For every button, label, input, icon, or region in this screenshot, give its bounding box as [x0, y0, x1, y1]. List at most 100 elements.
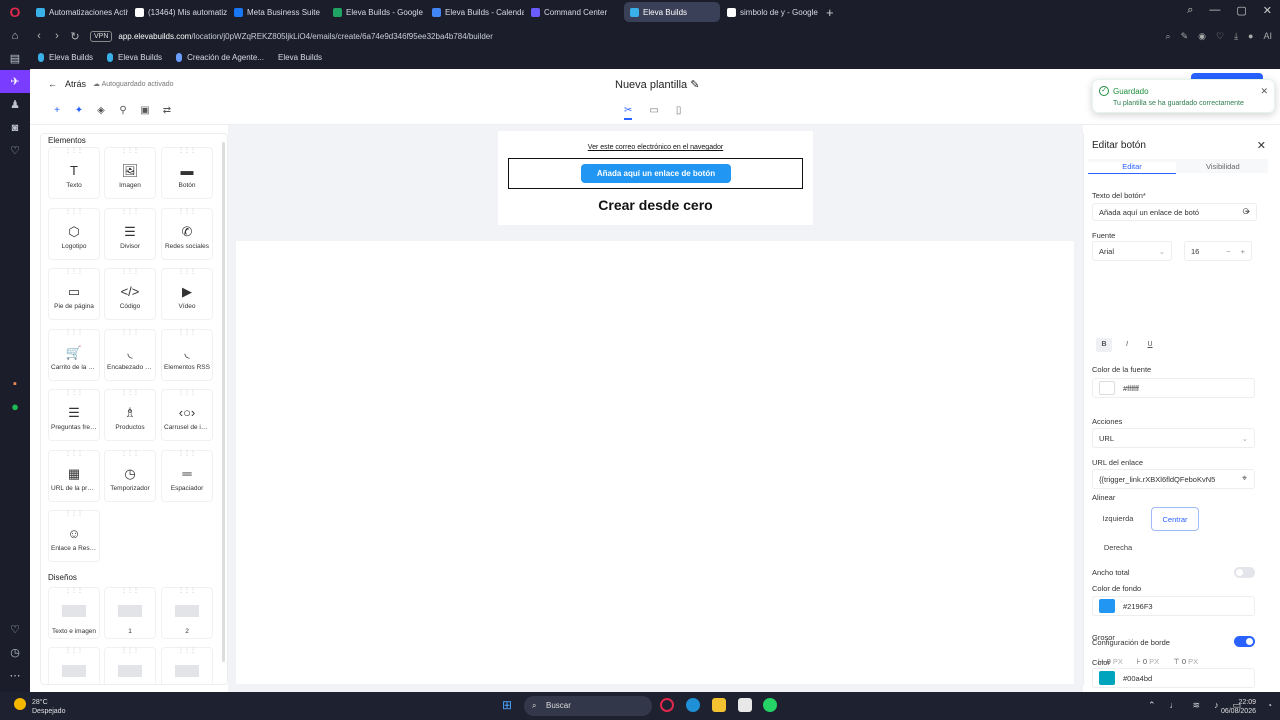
browser-tab[interactable]: (13464) Mis automatizacio	[129, 2, 227, 22]
notification-icon[interactable]: ◔	[1267, 701, 1272, 710]
font-size-stepper[interactable]: 16− +	[1184, 241, 1252, 261]
tab-visibility[interactable]: Visibilidad	[1206, 162, 1240, 171]
spotify-icon[interactable]: ●	[0, 395, 30, 418]
whatsapp-app-icon[interactable]	[763, 698, 777, 712]
element-card[interactable]: ⋮⋮⋮ ═ Espaciador	[161, 449, 213, 502]
drag-handle-icon[interactable]: ⋮⋮⋮	[105, 648, 155, 656]
italic-button[interactable]: I	[1119, 338, 1135, 352]
new-tab-icon[interactable]: +	[826, 5, 834, 20]
drag-handle-icon[interactable]: ⋮⋮⋮	[49, 330, 99, 338]
mobile-view-icon[interactable]: ▯	[676, 105, 682, 120]
add-icon[interactable]: +	[52, 105, 62, 116]
link-input[interactable]: {{trigger_link.rXBXl6fldQFeboKvN5	[1092, 469, 1255, 489]
back-button[interactable]: ← Atrás	[48, 79, 86, 89]
search-page-icon[interactable]: ⌕	[1166, 31, 1171, 42]
history-icon[interactable]: ◷	[0, 641, 30, 664]
opera-app-icon[interactable]	[660, 698, 674, 712]
border-toggle[interactable]	[1234, 636, 1255, 647]
url-field[interactable]: app.elevabuilds.com/location/j0pWZqREKZ8…	[118, 32, 492, 41]
border-color-field[interactable]: #00a4bd	[1092, 668, 1255, 688]
drag-handle-icon[interactable]: ⋮⋮⋮	[105, 209, 155, 217]
layout-card[interactable]: ⋮⋮⋮	[48, 647, 100, 684]
border-color-swatch[interactable]	[1099, 671, 1115, 685]
element-card[interactable]: ⋮⋮⋮ ♗ Productos	[104, 389, 156, 441]
mic-icon[interactable]: ♩	[1170, 700, 1179, 711]
thickness-right-field[interactable]: ⊤ 0 PX	[1173, 657, 1198, 666]
weather-widget[interactable]: 28°C Despejado	[14, 698, 65, 716]
shield-icon[interactable]: ♡	[0, 139, 30, 162]
element-card[interactable]: ⋮⋮⋮ ▬ Botón	[161, 147, 213, 199]
tray-chevron-icon[interactable]: ⌃	[1148, 700, 1156, 711]
align-right-button[interactable]: Derecha	[1094, 536, 1142, 560]
ai-sparkle-icon[interactable]: ✦	[74, 105, 84, 116]
drag-handle-icon[interactable]: ⋮⋮⋮	[162, 330, 212, 338]
windows-start-icon[interactable]: ⊞	[502, 698, 512, 712]
template-title[interactable]: Nueva plantilla ✎	[615, 78, 699, 91]
edit-icon[interactable]: ✎	[1181, 31, 1189, 42]
font-select[interactable]: Arial ⌄	[1092, 241, 1172, 261]
view-in-browser-link[interactable]: Ver este correo electrónico en el navega…	[498, 144, 813, 151]
paint-icon[interactable]: ⚲	[118, 105, 128, 116]
element-card[interactable]: ⋮⋮⋮ ✆ Redes sociales	[161, 207, 213, 260]
layout-card[interactable]: ⋮⋮⋮ 2	[161, 587, 213, 639]
drag-handle-icon[interactable]: ⋮⋮⋮	[105, 451, 155, 459]
element-card[interactable]: ⋮⋮⋮ ☺ Enlace a Reseñas	[48, 510, 100, 562]
layout-card[interactable]: ⋮⋮⋮ Texto e imagen	[48, 587, 100, 639]
element-card[interactable]: ⋮⋮⋮ ⬡ Logotipo	[48, 207, 100, 260]
thickness-middle-field[interactable]: ⊦ 0 PX	[1137, 657, 1159, 666]
bag-icon[interactable]: ◙	[0, 116, 30, 139]
heart-icon[interactable]: ♡	[1216, 31, 1224, 42]
drag-handle-icon[interactable]: ⋮⋮⋮	[162, 148, 212, 156]
drag-handle-icon[interactable]: ⋮⋮⋮	[105, 330, 155, 338]
pencil-icon[interactable]: ✎	[690, 79, 699, 91]
home-icon[interactable]: ⌂	[0, 24, 30, 47]
drag-handle-icon[interactable]: ⋮⋮⋮	[49, 209, 99, 217]
browser-tab[interactable]: Meta Business Suite	[228, 2, 326, 22]
drag-handle-icon[interactable]: ⋮⋮⋮	[49, 148, 99, 156]
underline-button[interactable]: U	[1142, 338, 1158, 352]
align-left-button[interactable]: Izquierda	[1094, 507, 1142, 531]
ai-button[interactable]: AI	[1263, 31, 1272, 42]
drag-handle-icon[interactable]: ⋮⋮⋮	[49, 511, 99, 519]
bookmark-item[interactable]: Eleva Builds	[278, 53, 322, 62]
browser-tab[interactable]: Command Center	[525, 2, 623, 22]
full-width-toggle[interactable]	[1234, 567, 1255, 578]
avatar[interactable]: ●	[1248, 31, 1253, 42]
actions-select[interactable]: URL ⌄	[1092, 428, 1255, 448]
vpn-badge[interactable]: VPN	[90, 30, 113, 42]
drag-handle-icon[interactable]: ⋮⋮⋮	[105, 148, 155, 156]
drag-handle-icon[interactable]: ⋮⋮⋮	[49, 648, 99, 656]
drag-handle-icon[interactable]: ⋮⋮⋮	[162, 588, 212, 596]
minimize-icon[interactable]: —	[1209, 4, 1220, 17]
drag-handle-icon[interactable]: ⋮⋮⋮	[105, 390, 155, 398]
tab-edit[interactable]: Editar	[1088, 162, 1176, 174]
font-color-field[interactable]: #ffffff	[1092, 378, 1255, 398]
drag-handle-icon[interactable]: ⋮⋮⋮	[162, 209, 212, 217]
desktop-view-icon[interactable]: ▭	[649, 105, 658, 120]
camera-icon[interactable]: ◉	[1198, 31, 1206, 42]
maximize-icon[interactable]: ▢	[1236, 4, 1246, 17]
drag-handle-icon[interactable]: ⋮⋮⋮	[105, 588, 155, 596]
browser-tab[interactable]: Eleva Builds	[624, 2, 720, 22]
opera-logo-icon[interactable]: O	[0, 0, 30, 24]
selected-button-block[interactable]: Añada aquí un enlace de botón	[508, 158, 803, 189]
design-view-icon[interactable]: ✂	[624, 105, 633, 120]
element-card[interactable]: ⋮⋮⋮ 🖼 Imagen	[104, 147, 156, 199]
extension-icon[interactable]: ▪	[0, 372, 30, 395]
bookmark-item[interactable]: Eleva Builds	[107, 52, 162, 62]
drag-handle-icon[interactable]: ⋮⋮⋮	[162, 451, 212, 459]
download-icon[interactable]: ⤓	[1234, 31, 1238, 42]
bg-color-field[interactable]: #2196F3	[1092, 596, 1255, 616]
bold-button[interactable]: B	[1096, 338, 1112, 352]
forward-nav-icon[interactable]: ›	[48, 30, 66, 42]
element-card[interactable]: ⋮⋮⋮ ☰ Divisor	[104, 207, 156, 260]
element-card[interactable]: ⋮⋮⋮ ▭ Pie de página	[48, 268, 100, 320]
element-card[interactable]: ⋮⋮⋮ 🛒 Carrito de la compra	[48, 328, 100, 381]
close-icon[interactable]: ✕	[1257, 139, 1266, 152]
element-card[interactable]: ⋮⋮⋮ ◟ Encabezado RSS	[104, 328, 156, 381]
layout-card[interactable]: ⋮⋮⋮	[104, 647, 156, 684]
preview-icon[interactable]: ⊙	[1242, 206, 1250, 217]
browser-tab[interactable]: Eleva Builds - Calendar - S	[426, 2, 524, 22]
swap-icon[interactable]: ⇄	[162, 105, 172, 116]
bg-color-swatch[interactable]	[1099, 599, 1115, 613]
